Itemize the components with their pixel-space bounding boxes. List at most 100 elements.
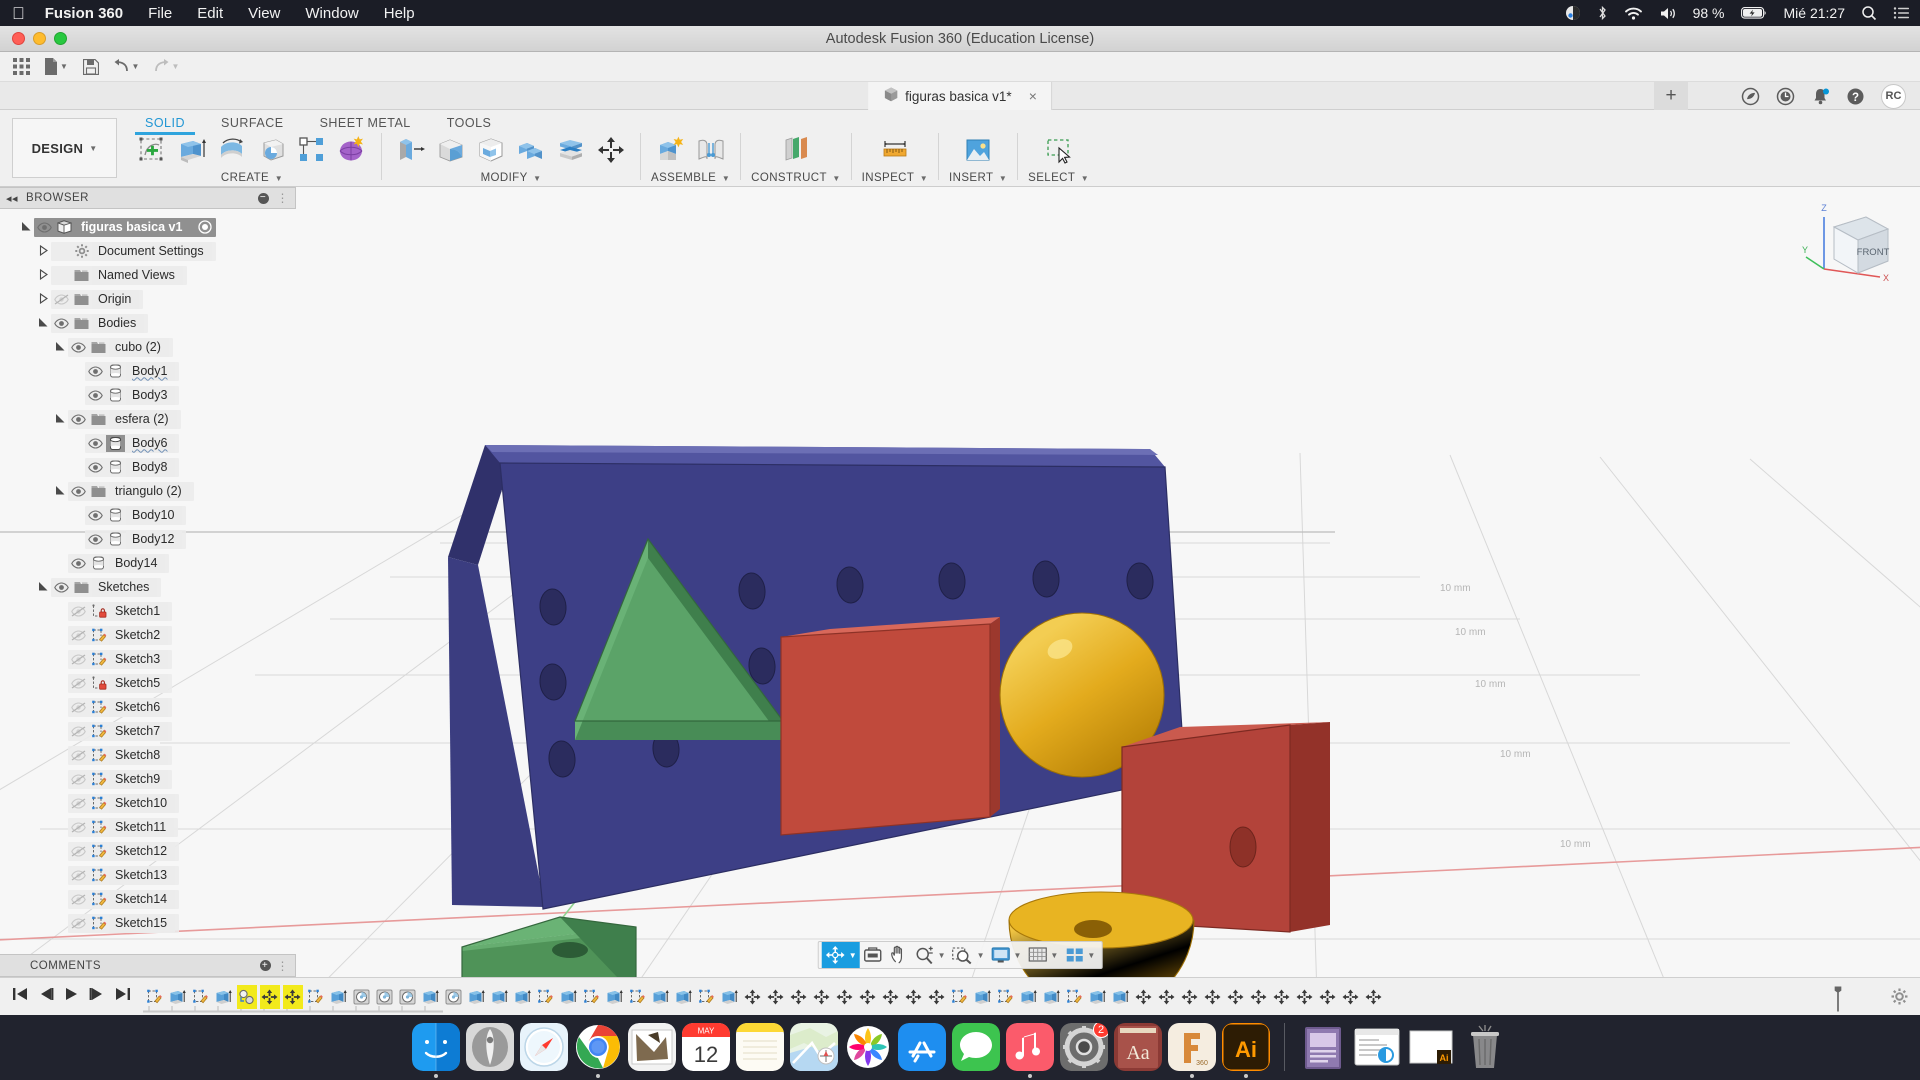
zoom-window-icon[interactable]: ▼: [949, 942, 988, 968]
grid-apps-icon[interactable]: [6, 54, 36, 80]
timeline-feature-sketch[interactable]: [536, 985, 556, 1009]
dock-item-maps[interactable]: [790, 1023, 838, 1078]
timeline-feature-move[interactable]: [1226, 985, 1246, 1009]
menubar-item-view[interactable]: View: [248, 5, 280, 22]
timeline-feature-extrude[interactable]: [329, 985, 349, 1009]
menubar-clock[interactable]: Mié 21:27: [1784, 5, 1845, 21]
tree-node-sketch11[interactable]: Sketch11: [0, 815, 300, 839]
timeline-feature-sketch[interactable]: [145, 985, 165, 1009]
expand-triangle-down-icon[interactable]: [52, 341, 68, 354]
apple-logo-icon[interactable]: : [12, 5, 25, 22]
visibility-eye-icon[interactable]: [68, 558, 88, 569]
tree-node-content[interactable]: Body14: [68, 554, 169, 573]
panel-label-select[interactable]: SELECT ▼: [1028, 172, 1089, 184]
tree-node-sketch3[interactable]: Sketch3: [0, 647, 300, 671]
timeline-feature-sketch[interactable]: [628, 985, 648, 1009]
fusion-360-icon[interactable]: 360: [1168, 1023, 1216, 1071]
chrome-icon[interactable]: [574, 1023, 622, 1071]
add-comment-icon[interactable]: +: [260, 960, 271, 971]
tree-node-content[interactable]: cubo (2): [68, 338, 173, 357]
dock-item-notes[interactable]: [736, 1023, 784, 1078]
visibility-off-icon[interactable]: [68, 870, 88, 881]
fillet-icon[interactable]: [432, 131, 470, 169]
timeline-feature-extrude[interactable]: [973, 985, 993, 1009]
timeline-feature-move[interactable]: [1180, 985, 1200, 1009]
step-back-icon[interactable]: [38, 987, 54, 1006]
tree-node-body12[interactable]: Body12: [0, 527, 300, 551]
tree-node-content[interactable]: Body3: [85, 386, 179, 405]
tree-node-sketches[interactable]: Sketches: [0, 575, 300, 599]
dock-item-calendar[interactable]: MAY12: [682, 1023, 730, 1078]
timeline-feature-move[interactable]: [1272, 985, 1292, 1009]
timeline-track[interactable]: [143, 978, 1879, 1016]
panel-label-inspect[interactable]: INSPECT ▼: [862, 172, 928, 184]
tree-node-sketch12[interactable]: Sketch12: [0, 839, 300, 863]
close-tab-icon[interactable]: ×: [1029, 88, 1037, 104]
expand-triangle-down-icon[interactable]: [35, 581, 51, 594]
timeline-feature-revolve[interactable]: [352, 985, 372, 1009]
timeline-feature-extrude[interactable]: [467, 985, 487, 1009]
pan-icon[interactable]: [886, 942, 912, 968]
save-icon[interactable]: [76, 54, 106, 80]
grid-snaps-icon[interactable]: ▼: [1024, 942, 1061, 968]
look-at-icon[interactable]: [860, 942, 886, 968]
press-pull-icon[interactable]: [392, 131, 430, 169]
visibility-eye-icon[interactable]: [85, 366, 105, 377]
mail-icon[interactable]: [628, 1023, 676, 1071]
dock-item-stack-documents[interactable]: [1299, 1023, 1347, 1078]
illustrator-icon[interactable]: Ai: [1222, 1023, 1270, 1071]
document-tab[interactable]: figuras basica v1* ×: [868, 82, 1052, 110]
visibility-off-icon[interactable]: [68, 798, 88, 809]
select-window-icon[interactable]: [1040, 131, 1078, 169]
dock-item-finder[interactable]: [412, 1023, 460, 1078]
timeline-feature-revolve[interactable]: [444, 985, 464, 1009]
visibility-eye-icon[interactable]: [85, 510, 105, 521]
dock-item-mail[interactable]: [628, 1023, 676, 1078]
stack-documents-icon[interactable]: [1299, 1023, 1347, 1071]
timeline-feature-extrude[interactable]: [559, 985, 579, 1009]
step-forward-icon[interactable]: [89, 987, 105, 1006]
go-to-beginning-icon[interactable]: [12, 987, 28, 1006]
tree-node-content[interactable]: Bodies: [51, 314, 148, 333]
timeline-feature-move[interactable]: [904, 985, 924, 1009]
tree-node-content[interactable]: Sketch9: [68, 770, 172, 789]
tree-node-content[interactable]: Named Views: [51, 266, 187, 285]
expand-triangle-down-icon[interactable]: [52, 485, 68, 498]
timeline-feature-extrude[interactable]: [1088, 985, 1108, 1009]
app-store-icon[interactable]: [898, 1023, 946, 1071]
visibility-off-icon[interactable]: [68, 702, 88, 713]
tree-node-content[interactable]: Body1: [85, 362, 179, 381]
tree-node-content[interactable]: Sketch1: [68, 602, 172, 621]
new-file-icon[interactable]: ▼: [36, 54, 76, 80]
workspace-switcher-design[interactable]: DESIGN ▼: [12, 118, 117, 178]
expand-triangle-right-icon[interactable]: [35, 245, 51, 258]
tree-node-sketch6[interactable]: Sketch6: [0, 695, 300, 719]
timeline-feature-sketch[interactable]: [1065, 985, 1085, 1009]
tree-node-content[interactable]: esfera (2): [68, 410, 181, 429]
tree-node-content[interactable]: Sketch3: [68, 650, 172, 669]
dock-item-safari[interactable]: [520, 1023, 568, 1078]
tree-node-sketch7[interactable]: Sketch7: [0, 719, 300, 743]
extrude-icon[interactable]: [173, 131, 211, 169]
dock-item-window-preview-2[interactable]: Ai: [1407, 1023, 1455, 1078]
tree-node-content[interactable]: Sketch5: [68, 674, 172, 693]
menubar-item-window[interactable]: Window: [305, 5, 358, 22]
tree-node-sketch5[interactable]: Sketch5: [0, 671, 300, 695]
panel-label-assemble[interactable]: ASSEMBLE ▼: [651, 172, 730, 184]
comments-panel[interactable]: COMMENTS + ⋮: [0, 954, 296, 977]
timeline-feature-move[interactable]: [1341, 985, 1361, 1009]
visibility-eye-icon[interactable]: [51, 318, 71, 329]
timeline-feature-move[interactable]: [743, 985, 763, 1009]
visibility-off-icon[interactable]: [51, 294, 71, 305]
job-status-icon[interactable]: [1776, 87, 1795, 106]
visibility-eye-icon[interactable]: [68, 342, 88, 353]
visibility-off-icon[interactable]: [68, 822, 88, 833]
timeline-feature-move[interactable]: [858, 985, 878, 1009]
tree-node-body1[interactable]: Body1: [0, 359, 300, 383]
visibility-off-icon[interactable]: [68, 726, 88, 737]
visibility-eye-icon[interactable]: [85, 534, 105, 545]
photos-icon[interactable]: [844, 1023, 892, 1071]
visibility-off-icon[interactable]: [68, 606, 88, 617]
tree-node-body8[interactable]: Body8: [0, 455, 300, 479]
tree-node-content[interactable]: Document Settings: [51, 242, 216, 261]
